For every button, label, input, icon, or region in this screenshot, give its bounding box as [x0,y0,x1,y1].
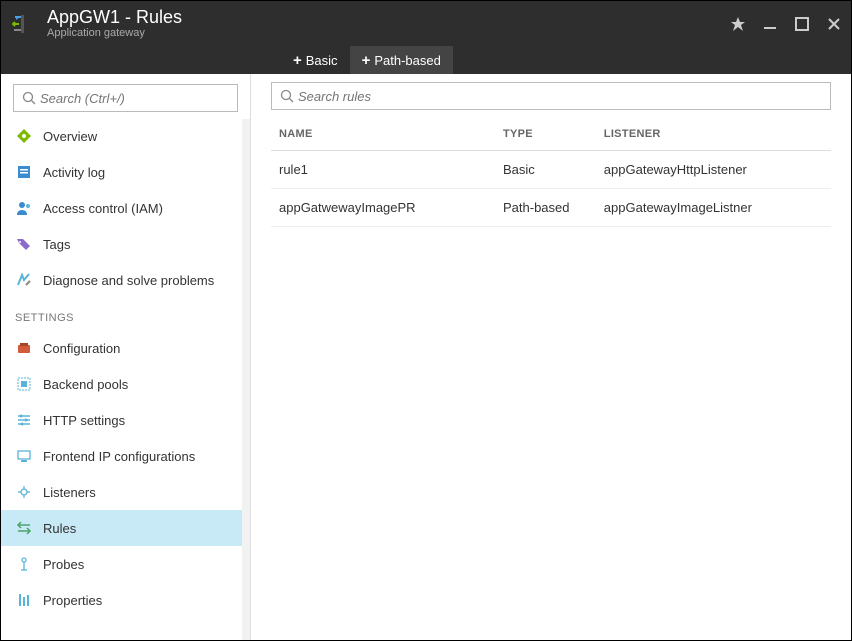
sidebar-item-configuration[interactable]: Configuration [1,330,250,366]
rules-table: NAME TYPE LISTENER rule1 Basic appGatewa… [271,118,831,227]
cell-listener: appGatewayHttpListener [596,151,831,189]
column-header-name[interactable]: NAME [271,118,495,151]
sidebar-heading-settings: SETTINGS [1,298,250,330]
properties-icon [15,591,33,609]
sidebar-item-label: Configuration [43,341,120,356]
sidebar-item-label: Properties [43,593,102,608]
sidebar-scrollbar[interactable] [242,119,250,640]
sidebar-item-label: HTTP settings [43,413,125,428]
frontend-ip-icon [15,447,33,465]
sidebar-item-rules[interactable]: Rules [1,510,250,546]
column-header-type[interactable]: TYPE [495,118,596,151]
http-settings-icon [15,411,33,429]
cell-name: rule1 [271,151,495,189]
configuration-icon [15,339,33,357]
page-subtitle: Application gateway [47,27,182,39]
add-path-based-button[interactable]: + Path-based [350,46,453,74]
search-icon [20,89,38,107]
page-title: AppGW1 - Rules [47,8,182,28]
cell-name: appGatwewayImagePR [271,189,495,227]
table-row[interactable]: appGatwewayImagePR Path-based appGateway… [271,189,831,227]
pin-icon[interactable] [731,17,745,31]
rules-search-input[interactable] [296,88,824,105]
minimize-icon[interactable] [763,17,777,31]
table-row[interactable]: rule1 Basic appGatewayHttpListener [271,151,831,189]
sidebar-item-label: Tags [43,237,70,252]
sidebar-item-backend-pools[interactable]: Backend pools [1,366,250,402]
sidebar-item-label: Activity log [43,165,105,180]
window-header: AppGW1 - Rules Application gateway [1,1,851,46]
command-bar: + Basic + Path-based [1,46,851,74]
sidebar-item-label: Listeners [43,485,96,500]
probes-icon [15,555,33,573]
activity-log-icon [15,163,33,181]
appgw-icon [11,11,37,37]
cell-listener: appGatewayImageListner [596,189,831,227]
sidebar-item-properties[interactable]: Properties [1,582,250,618]
sidebar-item-iam[interactable]: Access control (IAM) [1,190,250,226]
sidebar-item-listeners[interactable]: Listeners [1,474,250,510]
sidebar-item-overview[interactable]: Overview [1,118,250,154]
sidebar-item-label: Diagnose and solve problems [43,273,214,288]
main-content: NAME TYPE LISTENER rule1 Basic appGatewa… [251,74,851,640]
sidebar-item-label: Frontend IP configurations [43,449,195,464]
iam-icon [15,199,33,217]
backend-pools-icon [15,375,33,393]
add-basic-button[interactable]: + Basic [281,46,350,74]
maximize-icon[interactable] [795,17,809,31]
sidebar-item-frontend-ip[interactable]: Frontend IP configurations [1,438,250,474]
rules-icon [15,519,33,537]
sidebar-item-label: Rules [43,521,76,536]
add-basic-label: Basic [306,53,338,68]
listeners-icon [15,483,33,501]
sidebar-item-probes[interactable]: Probes [1,546,250,582]
sidebar: Overview Activity log Access control (IA… [1,74,251,640]
sidebar-item-diagnose[interactable]: Diagnose and solve problems [1,262,250,298]
column-header-listener[interactable]: LISTENER [596,118,831,151]
rules-search[interactable] [271,82,831,110]
sidebar-item-http-settings[interactable]: HTTP settings [1,402,250,438]
overview-icon [15,127,33,145]
tags-icon [15,235,33,253]
sidebar-item-label: Probes [43,557,84,572]
sidebar-item-activity-log[interactable]: Activity log [1,154,250,190]
diagnose-icon [15,271,33,289]
add-path-based-label: Path-based [374,53,441,68]
close-icon[interactable] [827,17,841,31]
sidebar-search-input[interactable] [38,90,231,107]
sidebar-item-tags[interactable]: Tags [1,226,250,262]
sidebar-item-label: Backend pools [43,377,128,392]
plus-icon: + [362,52,371,69]
sidebar-item-label: Access control (IAM) [43,201,163,216]
search-icon [278,87,296,105]
sidebar-item-label: Overview [43,129,97,144]
plus-icon: + [293,52,302,69]
cell-type: Path-based [495,189,596,227]
sidebar-search[interactable] [13,84,238,112]
cell-type: Basic [495,151,596,189]
